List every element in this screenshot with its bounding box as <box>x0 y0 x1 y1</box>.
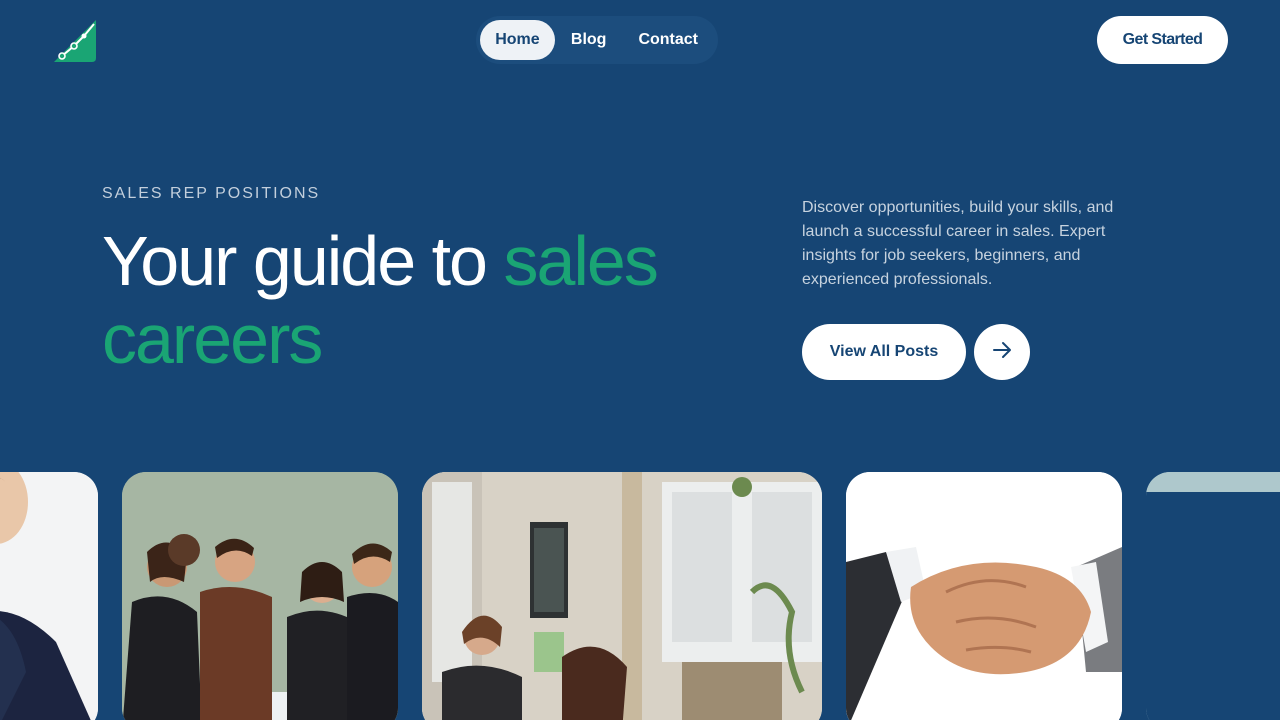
headline-main-text: Your guide to <box>102 222 504 300</box>
gallery-image-office-coworkers <box>422 472 822 720</box>
main-nav: Home Blog Contact <box>476 16 718 64</box>
hero-description: Discover opportunities, build your skill… <box>802 199 1114 288</box>
view-all-posts-button[interactable]: View All Posts <box>802 324 966 380</box>
gallery-image-handshake <box>846 472 1122 720</box>
nav-item-contact[interactable]: Contact <box>622 20 714 60</box>
gallery-image-businesswoman <box>0 472 98 720</box>
get-started-button[interactable]: Get Started <box>1097 16 1228 64</box>
gallery-image-partial <box>1146 472 1280 720</box>
brand-logo-icon[interactable] <box>54 20 98 64</box>
arrow-button[interactable] <box>974 324 1030 380</box>
hero-eyebrow: SALES REP POSITIONS <box>102 185 321 202</box>
gallery-image-team-meeting <box>122 472 398 720</box>
nav-item-home[interactable]: Home <box>480 20 555 60</box>
nav-item-blog[interactable]: Blog <box>555 20 623 60</box>
arrow-right-icon <box>991 339 1013 366</box>
hero-headline: Your guide to sales careers <box>102 222 762 378</box>
